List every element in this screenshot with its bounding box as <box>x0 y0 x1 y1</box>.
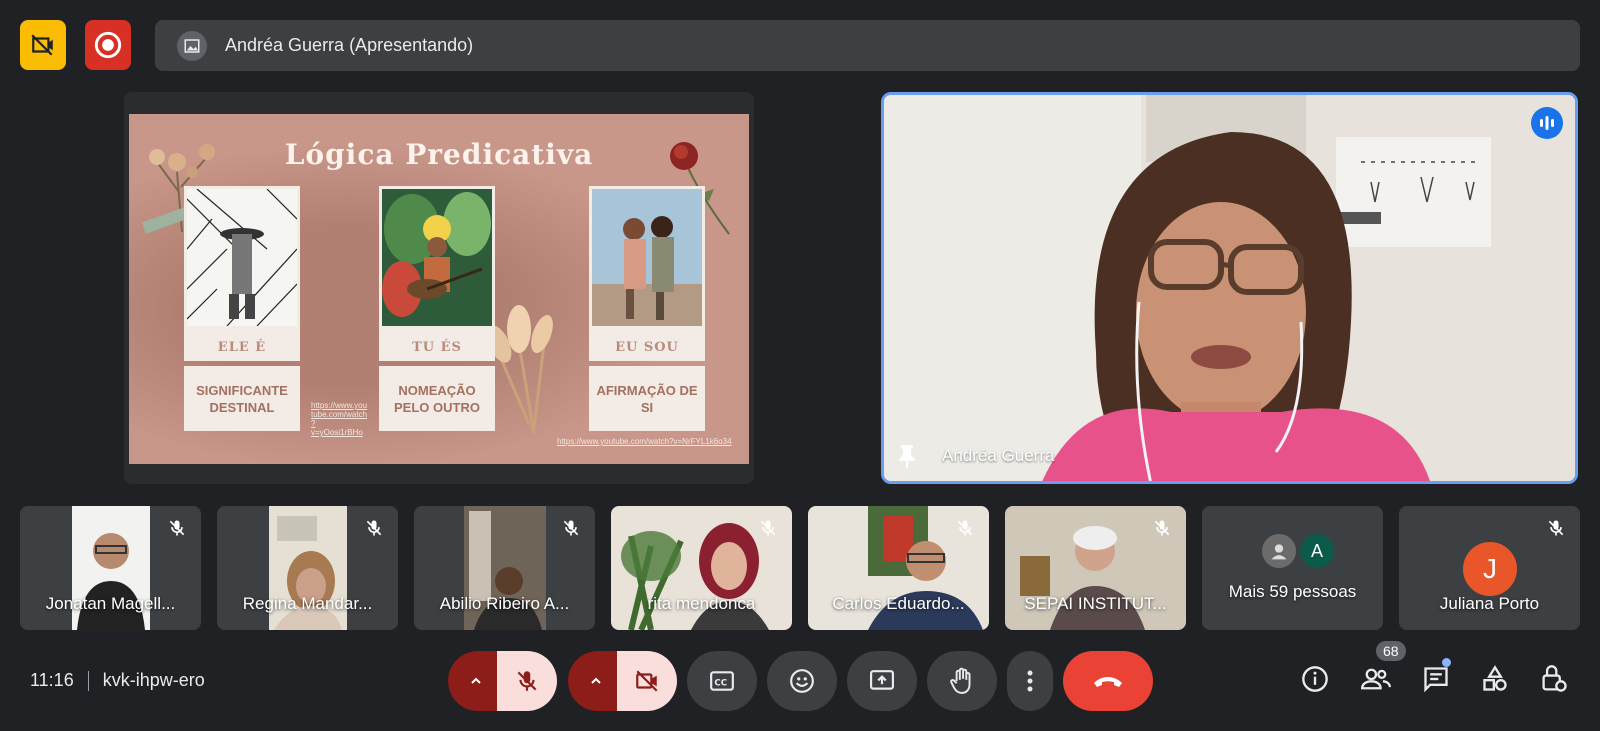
guitar-woman-image <box>382 189 492 326</box>
leave-call-button[interactable] <box>1063 651 1153 711</box>
participant-avatar-letter: A <box>1300 534 1334 568</box>
sketch-figure-image <box>187 189 297 326</box>
present-now-button[interactable] <box>847 651 917 711</box>
raise-hand-button[interactable] <box>927 651 997 711</box>
activities-icon <box>1483 665 1507 691</box>
card-caption: ELE É <box>217 340 267 355</box>
slide-card-tu: TU ÉS <box>379 186 495 361</box>
participant-tile-abilio[interactable]: Abilio Ribeiro A... <box>414 506 595 630</box>
video-options-button[interactable] <box>568 651 623 711</box>
presenter-label: Andréa Guerra (Apresentando) <box>225 35 474 55</box>
meeting-details-button[interactable] <box>1300 664 1330 694</box>
svg-text:CC: CC <box>714 678 727 688</box>
participant-name: Juliana Porto <box>1439 594 1540 613</box>
no-recording-icon <box>31 34 53 56</box>
chat-icon <box>1424 667 1448 693</box>
people-icon <box>1361 668 1391 690</box>
participant-tile-carlos[interactable]: Carlos Eduardo... <box>808 506 989 630</box>
emoji-icon <box>790 669 814 693</box>
camera-toggle-button[interactable] <box>617 651 677 711</box>
captions-button[interactable]: CC <box>687 651 757 711</box>
card-caption: TU ÉS <box>412 340 462 355</box>
recording-off-badge[interactable] <box>20 20 66 70</box>
slide-label-significante: SIGNIFICANTE DESTINAL <box>184 366 300 431</box>
leave-call-icon <box>1094 677 1122 687</box>
camera-off-icon <box>636 670 658 692</box>
mic-off-icon <box>563 520 579 536</box>
active-speaker-tile[interactable]: Andréa Guerra <box>881 92 1578 484</box>
info-icon <box>1302 666 1328 692</box>
presentation-bar: Andréa Guerra (Apresentando) <box>155 20 1580 71</box>
mic-toggle-button[interactable] <box>497 651 557 711</box>
participant-name: SEPAI INSTITUT... <box>1024 594 1167 613</box>
participant-name: rita mendonca <box>647 594 756 613</box>
recording-badge[interactable] <box>85 20 131 70</box>
slide-label-nomeacao: NOMEAÇÃO PELO OUTRO <box>379 366 495 431</box>
audio-options-button[interactable] <box>448 651 503 711</box>
reactions-button[interactable] <box>767 651 837 711</box>
slide-label-afirmacao: AFIRMAÇÃO DE SI <box>589 366 705 431</box>
mic-off-icon <box>1154 520 1170 536</box>
present-icon <box>870 670 894 690</box>
participant-tile-rita[interactable]: rita mendonca <box>611 506 792 630</box>
chevron-up-icon <box>470 677 481 684</box>
people-button[interactable] <box>1361 664 1391 694</box>
slide-link-small: https://www.you tube.com/watch ?v=yOosi1… <box>311 401 368 437</box>
card-caption: EU SOU <box>615 340 679 355</box>
record-icon <box>94 31 122 59</box>
participant-name: Carlos Eduardo... <box>832 594 965 613</box>
participant-avatar-letter: J <box>1463 542 1517 596</box>
participant-tile-jonatan[interactable]: Jonatan Magell... <box>20 506 201 630</box>
slide-card-ele: ELE É <box>184 186 300 361</box>
mic-off-icon <box>957 520 973 536</box>
presenter-avatar <box>177 30 207 61</box>
participant-name: Abilio Ribeiro A... <box>439 594 570 613</box>
more-options-button[interactable] <box>1007 651 1053 711</box>
speaker-name: Andréa Guerra <box>942 446 1055 465</box>
divider <box>87 670 89 691</box>
image-placeholder-icon <box>184 38 200 53</box>
slide-link-bottom: https://www.youtube.com/watch?v=NrFYL1k6… <box>557 437 732 446</box>
clock: 11:16 <box>30 670 74 690</box>
slide-card-eu: EU SOU <box>589 186 705 361</box>
participant-tile-regina[interactable]: Regina Mandar... <box>217 506 398 630</box>
more-options-icon <box>1027 670 1033 692</box>
audio-level-indicator <box>1531 107 1563 139</box>
host-controls-button[interactable] <box>1539 664 1569 694</box>
captions-icon: CC <box>710 671 734 691</box>
raise-hand-icon <box>950 667 971 694</box>
presentation-panel[interactable]: Lógica Predicativa ELE É TU ÉS EU SOU SI… <box>124 92 754 484</box>
host-controls-icon <box>1542 665 1567 692</box>
audio-level-icon <box>1540 116 1554 130</box>
mic-off-icon <box>1548 520 1564 536</box>
chat-notification-dot <box>1442 658 1451 667</box>
participant-photo-icon <box>1271 544 1287 560</box>
people-count-badge: 68 <box>1376 641 1406 661</box>
presentation-slide: Lógica Predicativa ELE É TU ÉS EU SOU SI… <box>129 114 749 464</box>
participant-avatar-photo <box>1262 534 1296 568</box>
participant-tile-juliana[interactable]: J Juliana Porto <box>1399 506 1580 630</box>
meeting-code: kvk-ihpw-ero <box>102 670 205 690</box>
mic-off-icon <box>760 520 776 536</box>
more-participants-tile[interactable]: A Mais 59 pessoas <box>1202 506 1383 630</box>
participant-name: Jonatan Magell... <box>45 594 176 613</box>
speaker-video <box>884 95 1575 481</box>
pin-icon[interactable] <box>896 443 918 469</box>
chevron-up-icon <box>590 677 601 684</box>
mic-off-icon <box>366 520 382 536</box>
participant-name: Regina Mandar... <box>242 594 373 613</box>
mic-off-icon <box>169 520 185 536</box>
chat-button[interactable] <box>1421 664 1451 694</box>
more-participants-avatars: A <box>1262 534 1334 568</box>
more-participants-label: Mais 59 pessoas <box>1228 582 1357 601</box>
mic-off-icon <box>517 671 537 691</box>
two-women-image <box>592 189 702 326</box>
meeting-info: 11:16 kvk-ihpw-ero <box>30 670 205 691</box>
activities-button[interactable] <box>1480 664 1510 694</box>
participant-tile-sepai[interactable]: SEPAI INSTITUT... <box>1005 506 1186 630</box>
